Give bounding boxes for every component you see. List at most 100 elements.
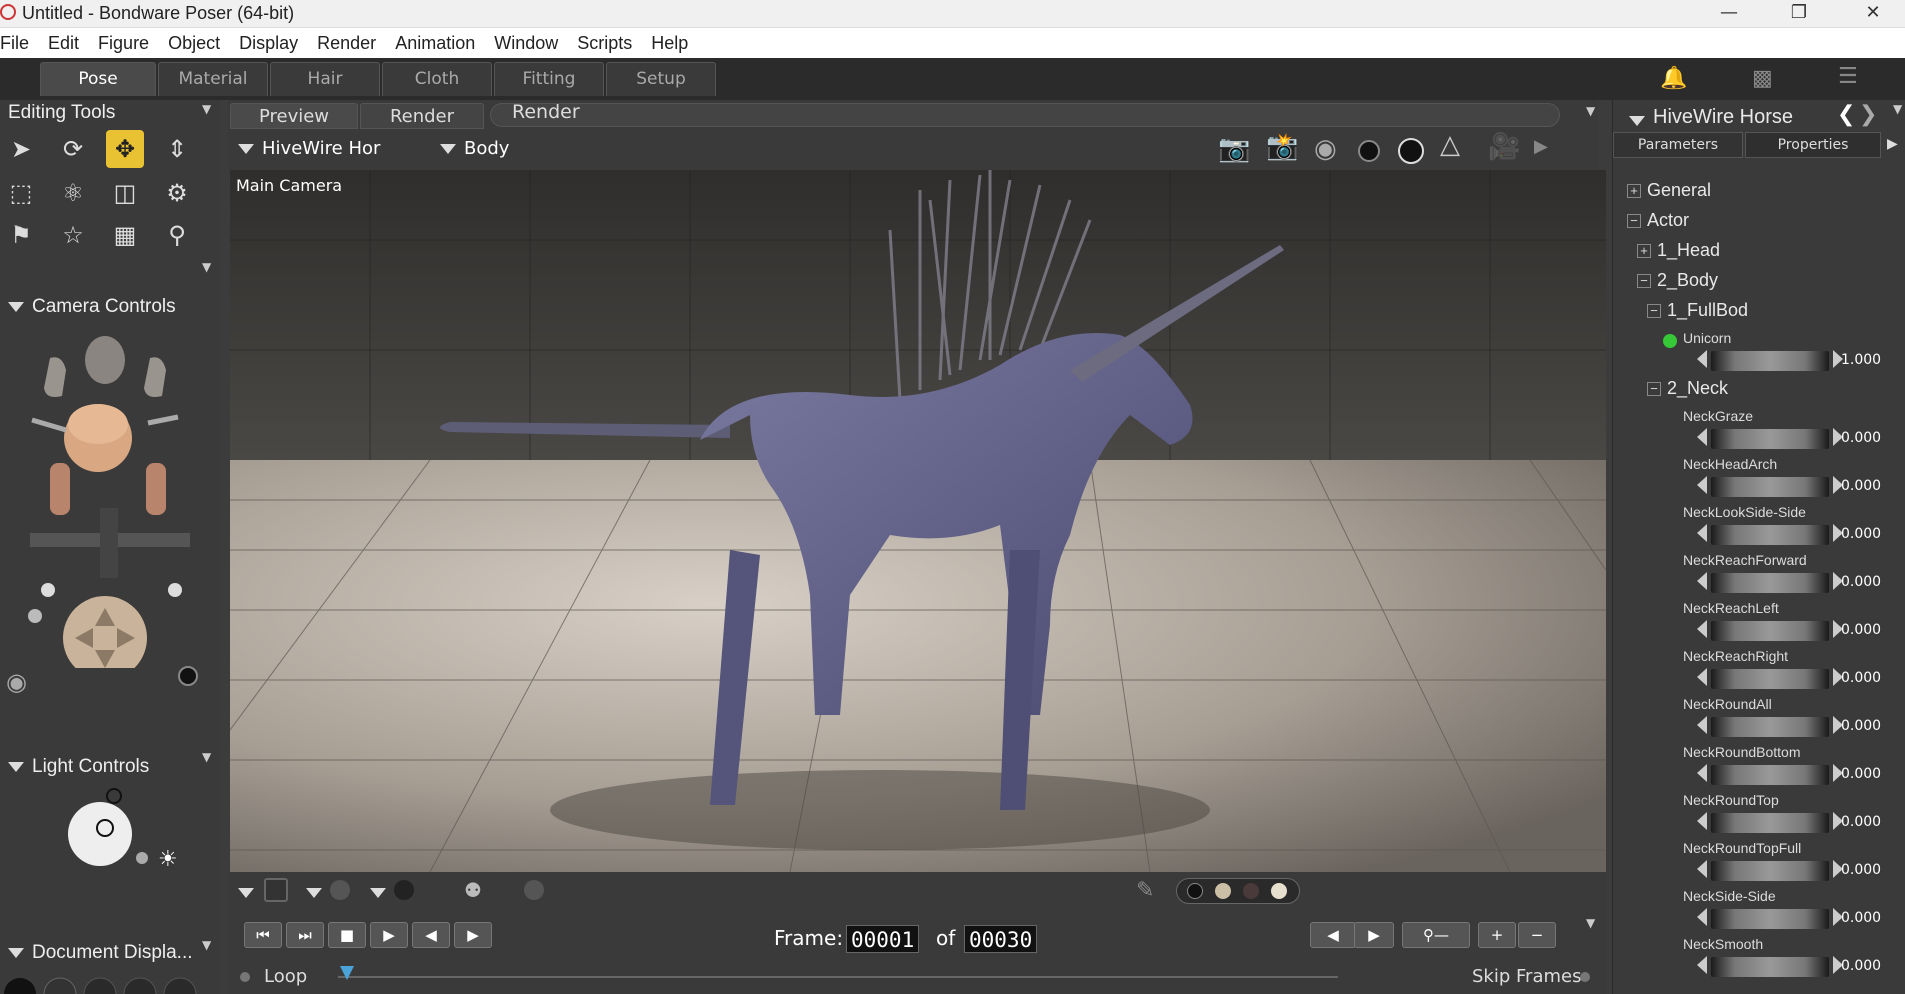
tab-cloth[interactable]: Cloth [382, 62, 492, 96]
swatch-tan[interactable] [1215, 883, 1231, 899]
key-icon[interactable]: ⚲— [1402, 922, 1470, 948]
total-frames-field[interactable]: 00030 [964, 925, 1038, 953]
menu-animation[interactable]: Animation [395, 28, 475, 54]
camera-snapshot-icon[interactable]: ◉ [6, 668, 27, 696]
restore-icon[interactable]: ❐ [1776, 0, 1822, 28]
backdrop-icon[interactable] [264, 878, 288, 902]
timeline-track[interactable] [338, 976, 1338, 978]
param-neckreachleft-dial[interactable] [1711, 621, 1829, 641]
camera-controls-widget[interactable] [10, 328, 210, 668]
param-neckroundtop-dec-icon[interactable] [1697, 812, 1707, 830]
tab-material[interactable]: Material [158, 62, 268, 96]
current-frame-field[interactable]: 00001 [846, 925, 920, 953]
param-neckroundbottom-dial[interactable] [1711, 765, 1829, 785]
figure-select[interactable]: HiveWire Hor [238, 138, 380, 159]
movie-camera-icon[interactable]: 🎥 [1488, 132, 1520, 162]
figure-dropdown-icon[interactable] [1629, 110, 1653, 129]
group-general[interactable]: + General [1627, 180, 1711, 201]
stop-button[interactable]: ■ [328, 922, 366, 948]
select-tool-icon[interactable]: ➤ [2, 130, 40, 168]
prev-key-button[interactable]: ◀ [1310, 922, 1356, 948]
play-button[interactable]: ▶ [370, 922, 408, 948]
param-neckroundtop-value[interactable]: 0.000 [1841, 814, 1881, 830]
next-actor-icon[interactable]: ❯ [1859, 102, 1877, 127]
library-icon[interactable]: ☰ [1838, 64, 1858, 89]
param-neckheadarch-value[interactable]: 0.000 [1841, 478, 1881, 494]
param-necklookside-side-dec-icon[interactable] [1697, 524, 1707, 542]
prev-actor-icon[interactable]: ❮ [1837, 102, 1855, 127]
chat-icon[interactable]: ▩ [1752, 66, 1773, 91]
next-key-button[interactable]: ▶ [1354, 922, 1394, 948]
chain-break-tool-icon[interactable]: ⚙ [158, 174, 196, 212]
camera-frame-icon[interactable]: ◉ [1314, 134, 1337, 164]
param-neckreachforward-value[interactable]: 0.000 [1841, 574, 1881, 590]
panel-menu-icon-4[interactable]: ▼ [202, 938, 211, 952]
param-necksmooth-value[interactable]: 0.000 [1841, 958, 1881, 974]
zoom-tool-icon[interactable]: ⚲ [158, 216, 196, 254]
menu-edit[interactable]: Edit [48, 28, 79, 54]
view-magnifier-icon[interactable]: ▦ [106, 216, 144, 254]
figure-title[interactable]: HiveWire Horse [1653, 106, 1793, 129]
stage-icon[interactable]: △ [1440, 130, 1460, 160]
panel-menu-icon[interactable]: ▼ [202, 102, 211, 116]
param-neckreachforward-dial[interactable] [1711, 573, 1829, 593]
bell-icon[interactable]: 🔔 [1660, 66, 1687, 91]
params-menu-icon[interactable]: ▼ [1893, 102, 1902, 116]
param-neckreachleft-value[interactable]: 0.000 [1841, 622, 1881, 638]
close-icon[interactable]: ✕ [1850, 0, 1896, 28]
translate-tool-icon[interactable]: ✥ [106, 130, 144, 168]
pencil-icon[interactable]: ✎ [1136, 878, 1154, 903]
tab-setup[interactable]: Setup [606, 62, 716, 96]
tab-preview[interactable]: Preview [230, 103, 358, 129]
camera-lock-icon[interactable] [178, 666, 198, 686]
param-neckroundtopfull-dial[interactable] [1711, 861, 1829, 881]
menu-render[interactable]: Render [317, 28, 376, 54]
param-neckside-side-value[interactable]: 0.000 [1841, 910, 1881, 926]
grouping-tool-icon[interactable]: ☆ [54, 216, 92, 254]
param-neckroundall-dec-icon[interactable] [1697, 716, 1707, 734]
group-actor[interactable]: − Actor [1627, 210, 1689, 231]
param-neckreachright-dial[interactable] [1711, 669, 1829, 689]
param-unicorn-dial[interactable] [1711, 351, 1829, 371]
minimize-icon[interactable]: — [1706, 0, 1752, 28]
tab-fitting[interactable]: Fitting [494, 62, 604, 96]
param-necklookside-side-dial[interactable] [1711, 525, 1829, 545]
param-neckroundbottom-value[interactable]: 0.000 [1841, 766, 1881, 782]
view-menu-icon[interactable]: ▼ [1586, 104, 1595, 118]
last-frame-button[interactable]: ⏭ [286, 922, 324, 948]
timeline-menu-icon[interactable]: ▼ [1586, 916, 1595, 930]
param-neckreachforward-dec-icon[interactable] [1697, 572, 1707, 590]
tab-pose[interactable]: Pose [40, 62, 156, 96]
first-frame-button[interactable]: ⏮ [244, 922, 282, 948]
param-neckroundbottom-dec-icon[interactable] [1697, 764, 1707, 782]
viewport[interactable]: Main Camera [230, 170, 1606, 872]
skip-frames-radio[interactable] [1580, 972, 1590, 982]
menu-figure[interactable]: Figure [98, 28, 149, 54]
tab-hair[interactable]: Hair [270, 62, 380, 96]
param-neckreachright-value[interactable]: 0.000 [1841, 670, 1881, 686]
camera-icon[interactable]: 📷 [1218, 134, 1250, 164]
add-key-button[interactable]: + [1478, 922, 1516, 948]
swatch-black[interactable] [1187, 883, 1203, 899]
tabs-expand-icon[interactable]: ▶ [1887, 136, 1898, 152]
prev-frame-button[interactable]: ◀ [412, 922, 450, 948]
color-tool-icon[interactable]: ⚑ [2, 216, 40, 254]
sphere-dark-icon[interactable] [1358, 140, 1380, 162]
dropdown-3-icon[interactable] [370, 882, 394, 901]
param-neckside-side-dec-icon[interactable] [1697, 908, 1707, 926]
tab-render[interactable]: Render [360, 103, 484, 129]
param-neckgraze-value[interactable]: 0.000 [1841, 430, 1881, 446]
group-2-body[interactable]: −2_Body [1637, 270, 1718, 291]
menu-help[interactable]: Help [651, 28, 688, 54]
param-neckheadarch-dec-icon[interactable] [1697, 476, 1707, 494]
group-1-fullbod[interactable]: −1_FullBod [1647, 300, 1748, 321]
rotate-tool-icon[interactable]: ⟳ [54, 130, 92, 168]
param-neckgraze-dial[interactable] [1711, 429, 1829, 449]
menu-window[interactable]: Window [494, 28, 558, 54]
actor-select[interactable]: Body [440, 138, 509, 159]
param-necksmooth-dial[interactable] [1711, 957, 1829, 977]
scale-tool-icon[interactable]: ⬚ [2, 174, 40, 212]
taper-tool-icon[interactable]: ◫ [106, 174, 144, 212]
dropdown-1-icon[interactable] [238, 882, 262, 901]
param-necklookside-side-value[interactable]: 0.000 [1841, 526, 1881, 542]
